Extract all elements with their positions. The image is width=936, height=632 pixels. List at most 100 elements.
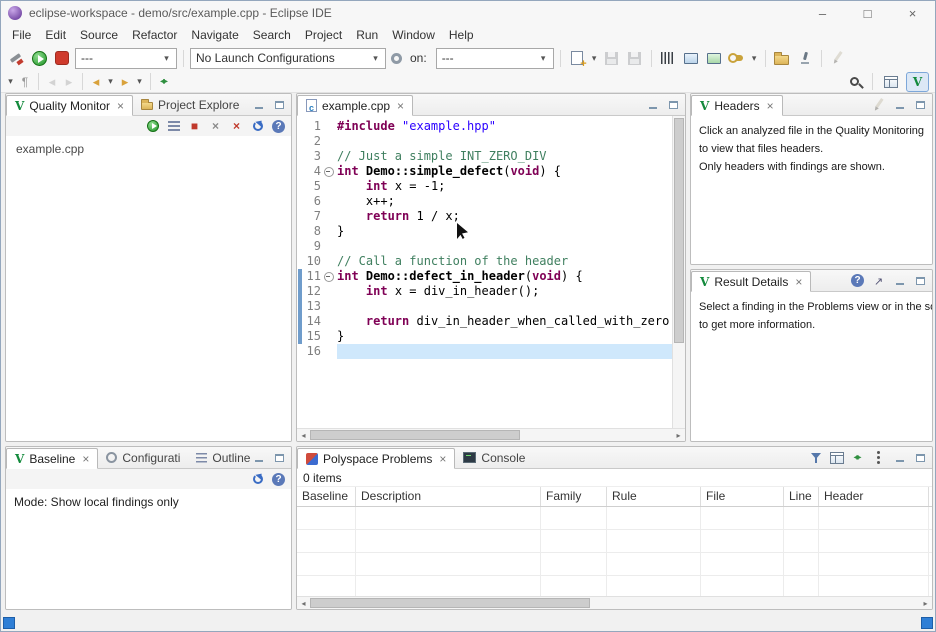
show-whitespace-button[interactable] xyxy=(18,72,32,92)
menu-file[interactable]: File xyxy=(5,26,38,44)
tab-configuration[interactable]: Configurati xyxy=(98,447,188,468)
scrollbar-thumb[interactable] xyxy=(310,430,520,440)
runner-combo[interactable]: --- xyxy=(75,48,177,69)
code-line-12[interactable]: int x = div_in_header(); xyxy=(337,284,672,299)
column-header-header[interactable]: Header xyxy=(819,487,929,506)
problems-horizontal-scrollbar[interactable]: ◂ ▸ xyxy=(297,596,932,609)
minimize-button[interactable]: – xyxy=(800,1,845,25)
maximize-view-button[interactable] xyxy=(912,273,929,288)
menu-project[interactable]: Project xyxy=(298,26,349,44)
stop-analysis-button[interactable]: ■ xyxy=(186,118,203,134)
menu-search[interactable]: Search xyxy=(246,26,298,44)
maximize-view-button[interactable] xyxy=(912,97,929,112)
help-button[interactable]: ? xyxy=(849,273,866,288)
launch-settings-button[interactable] xyxy=(389,48,403,68)
code-line-7[interactable]: return 1 / x; xyxy=(337,209,672,224)
close-icon[interactable]: × xyxy=(439,452,446,466)
code-line-5[interactable]: int x = -1; xyxy=(337,179,672,194)
code-line-13[interactable] xyxy=(337,299,672,314)
editor-horizontal-scrollbar[interactable]: ◂ ▸ xyxy=(297,428,685,441)
build-settings-icon[interactable] xyxy=(6,48,26,68)
menu-help[interactable]: Help xyxy=(442,26,481,44)
code-line-8[interactable]: } xyxy=(337,224,672,239)
filter-button[interactable] xyxy=(807,450,824,465)
tab-project-explorer[interactable]: Project Explore xyxy=(133,94,247,115)
code-line-1[interactable]: #include "example.hpp" xyxy=(337,119,672,134)
back-button[interactable] xyxy=(89,72,103,92)
column-header-description[interactable]: Description xyxy=(356,487,541,506)
next-annotation-button[interactable] xyxy=(62,72,76,92)
new-dropdown-icon[interactable] xyxy=(590,53,599,64)
scrollbar-track[interactable] xyxy=(310,429,672,441)
link-with-editor-button[interactable] xyxy=(157,72,171,92)
help-button[interactable]: ? xyxy=(270,118,287,134)
build-button[interactable] xyxy=(658,48,678,68)
scrollbar-thumb[interactable] xyxy=(310,598,590,608)
open-resource-button[interactable] xyxy=(772,48,792,68)
column-header-family[interactable]: Family xyxy=(541,487,607,506)
code-line-2[interactable] xyxy=(337,134,672,149)
scrollbar-track[interactable] xyxy=(310,597,919,609)
minimize-view-button[interactable] xyxy=(250,450,267,465)
code-line-6[interactable]: x++; xyxy=(337,194,672,209)
tab-polyspace-problems[interactable]: Polyspace Problems × xyxy=(297,448,455,469)
run-config-dropdown-icon[interactable] xyxy=(750,53,759,64)
maximize-view-button[interactable] xyxy=(271,450,288,465)
tab-outline[interactable]: Outline xyxy=(188,447,258,468)
console-view-button[interactable] xyxy=(681,48,701,68)
help-button[interactable]: ? xyxy=(270,471,287,487)
minimize-view-button[interactable] xyxy=(891,450,908,465)
editor-code[interactable]: #include "example.hpp" // Just a simple I… xyxy=(337,116,672,428)
view-menu-dropdown-icon[interactable] xyxy=(6,76,15,87)
close-icon[interactable]: × xyxy=(117,99,124,113)
menu-refactor[interactable]: Refactor xyxy=(125,26,184,44)
editor-vertical-scrollbar[interactable] xyxy=(672,116,685,428)
close-icon[interactable]: × xyxy=(82,452,89,466)
file-item[interactable]: example.cpp xyxy=(6,136,291,162)
fold-marker-icon[interactable] xyxy=(321,269,335,284)
tab-console[interactable]: Console xyxy=(455,447,533,468)
edit-header-button[interactable] xyxy=(870,97,887,112)
tab-baseline[interactable]: V Baseline × xyxy=(6,448,98,469)
menu-run[interactable]: Run xyxy=(349,26,385,44)
code-line-10[interactable]: // Call a function of the header xyxy=(337,254,672,269)
tab-example-cpp[interactable]: example.cpp × xyxy=(297,95,413,116)
minimize-view-button[interactable] xyxy=(891,273,908,288)
minimize-view-button[interactable] xyxy=(644,97,661,112)
maximize-view-button[interactable] xyxy=(665,97,682,112)
close-icon[interactable]: × xyxy=(767,99,774,113)
menu-source[interactable]: Source xyxy=(73,26,125,44)
remove-all-button[interactable]: × xyxy=(228,118,245,134)
launch-config-combo[interactable]: No Launch Configurations xyxy=(190,48,386,69)
minimize-view-button[interactable] xyxy=(250,97,267,112)
column-header-rule[interactable]: Rule xyxy=(607,487,701,506)
tab-result-details[interactable]: V Result Details × xyxy=(691,271,811,292)
stop-button[interactable] xyxy=(52,48,72,68)
link-problems-button[interactable] xyxy=(849,450,866,465)
code-line-11[interactable]: int Demo::defect_in_header(void) { xyxy=(337,269,672,284)
menu-navigate[interactable]: Navigate xyxy=(184,26,245,44)
scroll-left-icon[interactable]: ◂ xyxy=(297,429,310,441)
code-line-15[interactable]: } xyxy=(337,329,672,344)
open-external-button[interactable] xyxy=(870,273,887,288)
minimize-view-button[interactable] xyxy=(891,97,908,112)
column-header-file[interactable]: File xyxy=(701,487,784,506)
maximize-button[interactable]: □ xyxy=(845,1,890,25)
code-line-16[interactable] xyxy=(337,344,672,359)
save-button[interactable] xyxy=(602,48,622,68)
target-combo[interactable]: --- xyxy=(436,48,554,69)
open-perspective-button[interactable] xyxy=(881,72,901,92)
save-all-button[interactable] xyxy=(625,48,645,68)
scroll-right-icon[interactable]: ▸ xyxy=(672,429,685,441)
code-line-14[interactable]: return div_in_header_when_called_with_ze… xyxy=(337,314,672,329)
code-line-3[interactable]: // Just a simple INT_ZERO_DIV xyxy=(337,149,672,164)
column-header-line[interactable]: Line xyxy=(784,487,819,506)
tab-quality-monitor[interactable]: V Quality Monitor × xyxy=(6,95,133,116)
new-button[interactable] xyxy=(567,48,587,68)
run-button[interactable] xyxy=(29,48,49,68)
menu-edit[interactable]: Edit xyxy=(38,26,73,44)
maximize-view-button[interactable] xyxy=(912,450,929,465)
code-line-4[interactable]: int Demo::simple_defect(void) { xyxy=(337,164,672,179)
view-menu-button[interactable] xyxy=(870,450,887,465)
run-config-button[interactable] xyxy=(727,48,747,68)
